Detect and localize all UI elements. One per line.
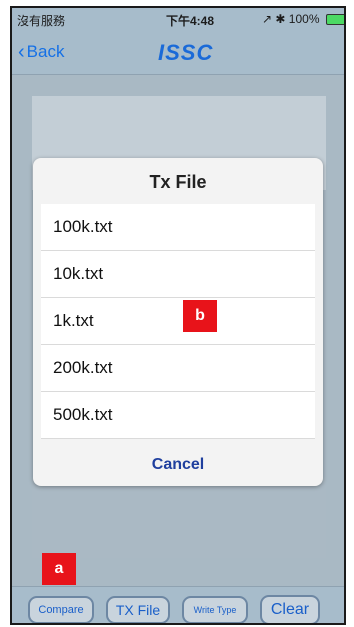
navigation-bar: ‹ Back ISSC [12,30,344,75]
file-item[interactable]: 200k.txt [41,345,315,392]
clock: 下午4:48 [166,14,215,28]
write-type-button[interactable]: Write Type [182,596,248,623]
battery-percent: 100% [288,12,320,26]
content-area [32,478,326,558]
battery-icon [325,14,344,26]
dialog-title: Tx File [149,172,207,192]
file-item[interactable]: 500k.txt [41,392,315,439]
status-bar: 沒有服務 下午4:48 ↗ ✱ 100% [12,8,344,30]
back-label: Back [26,42,65,61]
compare-button[interactable]: Compare [28,596,94,623]
cancel-button[interactable]: Cancel [33,456,323,474]
location-bluetooth-icon: ↗ ✱ [262,12,286,26]
file-item[interactable]: 100k.txt [41,204,315,251]
annotation-marker-b: b [183,300,217,332]
file-item[interactable]: 10k.txt [41,251,315,298]
annotation-marker-a: a [42,553,76,585]
file-list: 100k.txt 10k.txt 1k.txt 200k.txt 500k.tx… [41,204,315,439]
chevron-left-icon: ‹ [18,40,25,63]
back-button[interactable]: ‹ Back [18,42,64,62]
bottom-toolbar: Compare TX File Write Type Clear [12,586,344,623]
status-right: ↗ ✱ 100% [262,12,344,26]
clear-button[interactable]: Clear [260,595,320,623]
phone-screen: 沒有服務 下午4:48 ↗ ✱ 100% ‹ Back ISSC Tx File… [10,6,346,625]
file-item[interactable]: 1k.txt [41,298,315,345]
app-logo: ISSC [158,40,214,65]
tx-file-button[interactable]: TX File [106,596,170,623]
tx-file-dialog: Tx File 100k.txt 10k.txt 1k.txt 200k.txt… [33,158,323,486]
carrier-label: 沒有服務 [17,14,66,28]
